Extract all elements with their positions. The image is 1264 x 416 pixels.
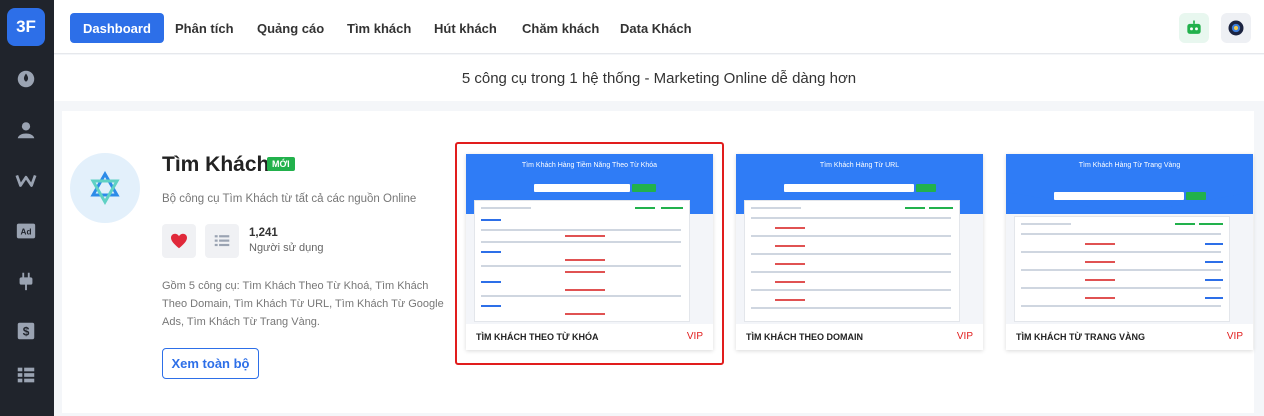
list-lines-icon: [214, 235, 230, 247]
preview-screenshot-title: Tìm Khách Hàng Từ URL: [819, 162, 900, 169]
tool-logo: [70, 153, 140, 223]
tool-title: Tìm Khách: [162, 153, 270, 176]
preview-name: TÌM KHÁCH THEO DOMAIN: [746, 332, 863, 342]
heart-icon: [171, 233, 187, 249]
dollar-icon[interactable]: $: [13, 318, 39, 344]
preview-yellow-pages[interactable]: Tìm Khách Hàng Từ Trang Vàng TÌM KHÁCH T…: [1006, 154, 1253, 350]
preview-domain[interactable]: Tìm Khách Hàng Từ URL TÌM KHÁCH THEO DOM…: [736, 154, 983, 350]
star-of-david-icon: [90, 170, 120, 206]
nav-cham-khach[interactable]: Chăm khách: [509, 13, 612, 43]
globe-icon[interactable]: [1221, 13, 1251, 43]
svg-text:$: $: [23, 325, 30, 339]
details-button[interactable]: [205, 224, 239, 258]
w-brand-icon[interactable]: [13, 167, 39, 193]
favorite-button[interactable]: [162, 224, 196, 258]
banner-slogan: 5 công cụ trong 1 hệ thống - Marketing O…: [54, 55, 1264, 101]
user-count: 1,241: [249, 227, 278, 239]
preview-screenshot-title: Tìm Khách Hàng Từ Trang Vàng: [1078, 162, 1181, 169]
preview-name: TÌM KHÁCH TỪ TRANG VÀNG: [1016, 332, 1145, 342]
plug-icon[interactable]: [13, 268, 39, 294]
preview-screenshot: Tìm Khách Hàng Từ Trang Vàng: [1006, 154, 1253, 324]
nav-data-khach[interactable]: Data Khách: [607, 13, 705, 43]
preview-screenshot: Tìm Khách Hàng Từ URL: [736, 154, 983, 324]
nav-tim-khach[interactable]: Tìm khách: [334, 13, 424, 43]
user-count-label: Người sử dụng: [249, 242, 324, 254]
app-logo[interactable]: 3F: [7, 8, 45, 46]
nav-hut-khach[interactable]: Hút khách: [421, 13, 510, 43]
tool-card: Tìm Khách MỚI Bộ công cụ Tìm Khách từ tấ…: [62, 111, 1254, 413]
svg-text:Ad: Ad: [21, 228, 32, 237]
vip-label: VIP: [956, 331, 973, 342]
nav-phan-tich[interactable]: Phân tích: [162, 13, 247, 43]
user-icon[interactable]: [13, 117, 39, 143]
new-badge: MỚI: [267, 157, 295, 171]
nav-quang-cao[interactable]: Quảng cáo: [244, 13, 337, 43]
top-navigation: Dashboard Phân tích Quảng cáo Tìm khách …: [54, 0, 1264, 54]
robot-icon[interactable]: [1179, 13, 1209, 43]
view-all-button[interactable]: Xem toàn bộ: [162, 348, 259, 379]
sidebar: 3F Ad $: [0, 0, 54, 416]
content-area: Tìm Khách MỚI Bộ công cụ Tìm Khách từ tấ…: [54, 101, 1264, 416]
list-icon[interactable]: [13, 362, 39, 388]
nav-dashboard[interactable]: Dashboard: [70, 13, 164, 43]
selection-highlight: [455, 142, 724, 365]
ad-icon[interactable]: Ad: [13, 218, 39, 244]
vip-label: VIP: [1226, 331, 1243, 342]
dashboard-icon[interactable]: [13, 66, 39, 92]
tool-description: Gồm 5 công cụ: Tìm Khách Theo Từ Khoá, T…: [162, 280, 444, 328]
tool-subtitle: Bộ công cụ Tìm Khách từ tất cả các nguồn…: [162, 193, 417, 205]
